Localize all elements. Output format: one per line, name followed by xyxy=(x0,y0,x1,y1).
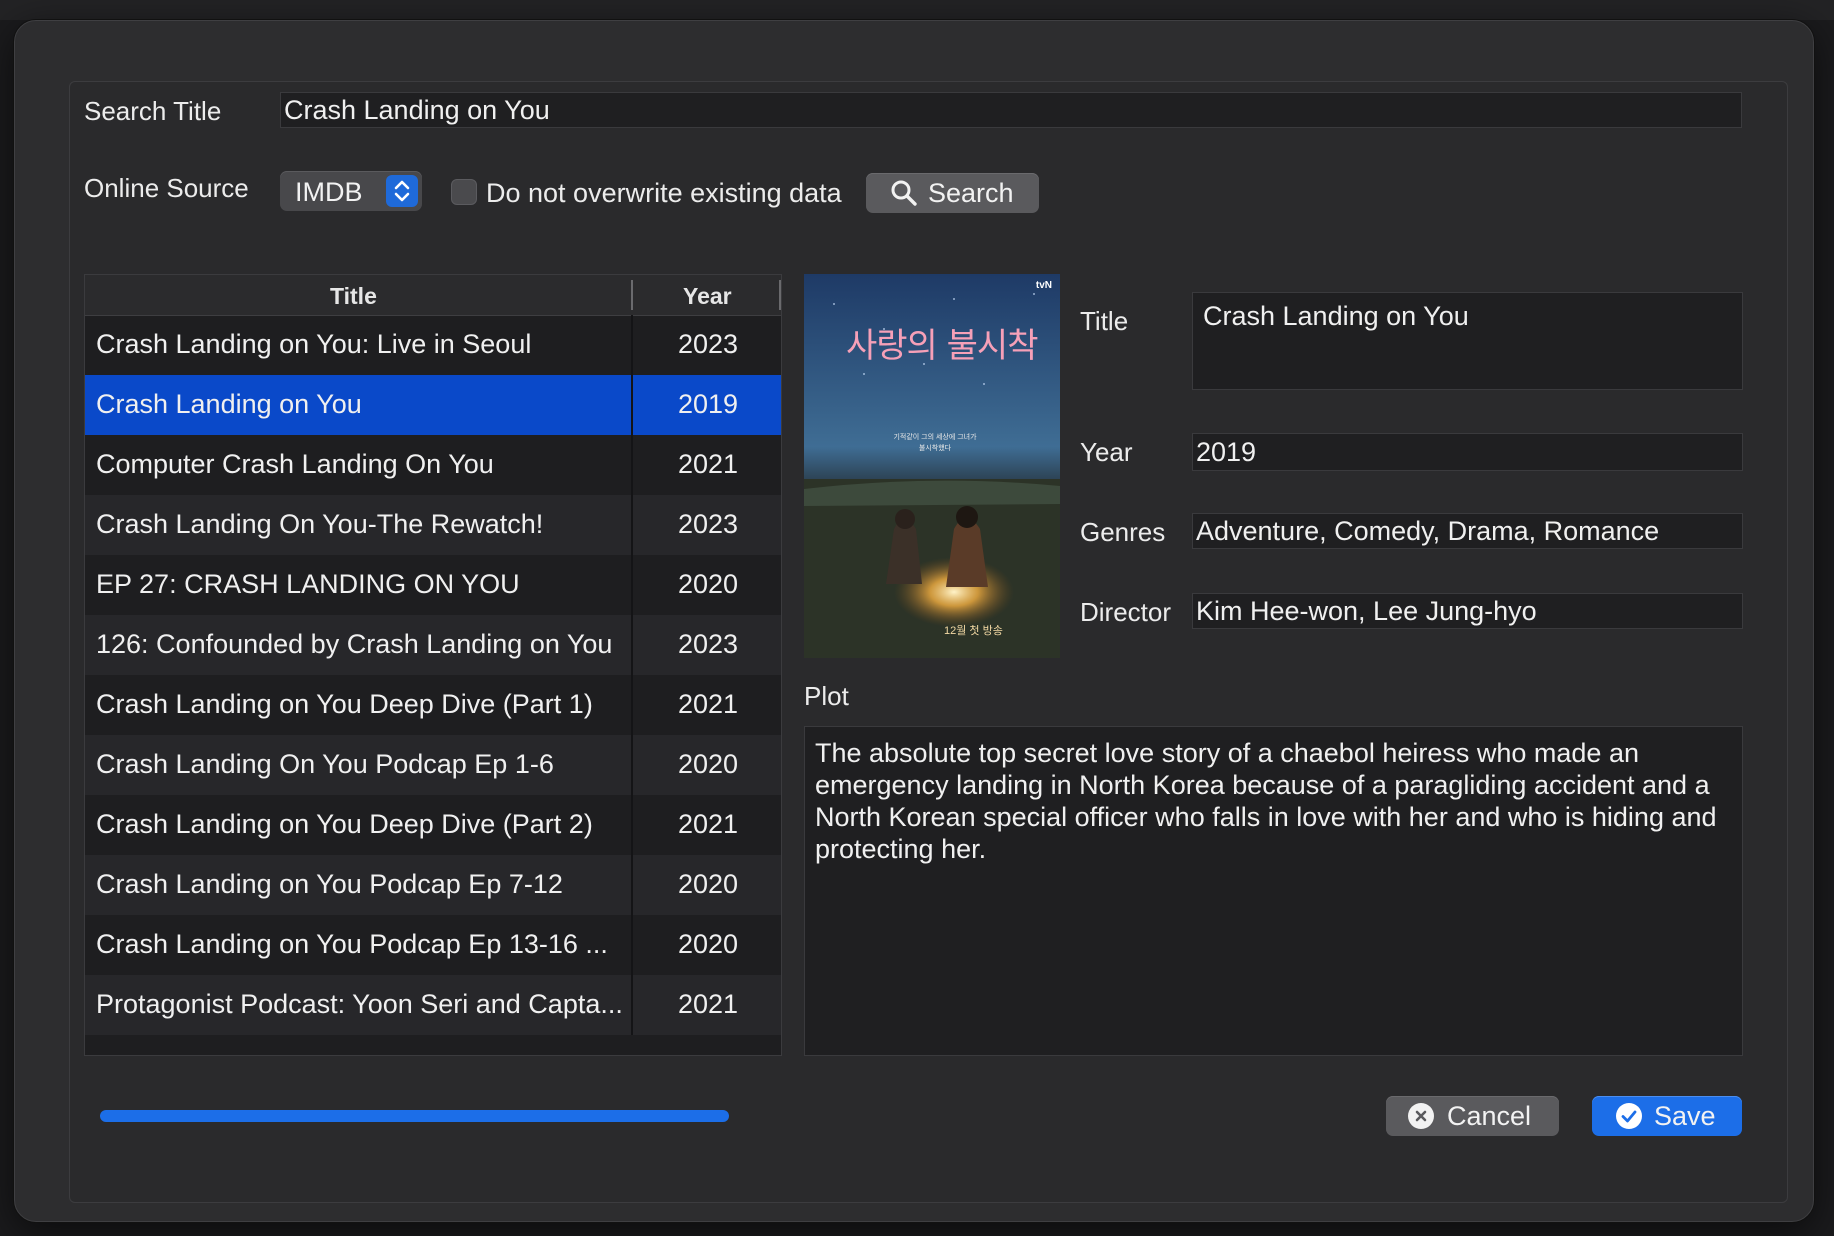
column-header-year[interactable]: Year xyxy=(683,283,732,310)
cancel-button[interactable]: Cancel xyxy=(1386,1096,1559,1136)
cell-year: 2021 xyxy=(677,809,739,839)
results-table[interactable]: Title Year Crash Landing on You: Live in… xyxy=(84,274,782,1056)
cell-year: 2023 xyxy=(677,629,739,659)
plot-textarea[interactable]: The absolute top secret love story of a … xyxy=(804,726,1743,1056)
detail-genres-label: Genres xyxy=(1080,517,1166,547)
cell-year: 2023 xyxy=(677,509,739,539)
detail-title-label: Title xyxy=(1080,306,1129,336)
table-row[interactable]: EP 27: CRASH LANDING ON YOU 2020 xyxy=(85,555,781,615)
progress-bar xyxy=(100,1110,729,1122)
cancel-button-label: Cancel xyxy=(1447,1101,1532,1131)
table-row[interactable]: Crash Landing On You Podcap Ep 1-6 2020 xyxy=(85,735,781,795)
no-overwrite-checkbox[interactable] xyxy=(451,179,477,205)
background-window xyxy=(0,0,1834,20)
online-source-select[interactable]: IMDB xyxy=(280,171,422,211)
cell-year: 2021 xyxy=(677,989,739,1019)
search-button-label: Search xyxy=(928,178,1014,208)
poster-title: 사랑의 불시착 xyxy=(846,326,1038,366)
cell-year: 2023 xyxy=(677,329,739,359)
table-row[interactable]: Crash Landing on You Podcap Ep 7-12 2020 xyxy=(85,855,781,915)
online-source-value: IMDB xyxy=(295,177,363,207)
save-button-label: Save xyxy=(1654,1101,1716,1131)
search-title-input[interactable]: Crash Landing on You xyxy=(280,92,1742,128)
no-overwrite-label: Do not overwrite existing data xyxy=(486,178,842,208)
cell-title: Crash Landing on You Podcap Ep 7-12 xyxy=(96,869,563,899)
cell-title: Protagonist Podcast: Yoon Seri and Capta… xyxy=(96,989,623,1019)
checkmark-circle-icon xyxy=(1616,1103,1642,1129)
table-row[interactable]: Protagonist Podcast: Yoon Seri and Capta… xyxy=(85,975,781,1035)
poster-tagline: 기적같이 그의 세상에 그녀가 불시착했다 xyxy=(893,434,977,452)
table-row[interactable]: Computer Crash Landing On You 2021 xyxy=(85,435,781,495)
poster-image: tvN 사랑의 불시착 기적같이 그의 세상에 그녀가 불시착했다 12월 첫 … xyxy=(804,274,1060,658)
magnifier-icon xyxy=(890,179,918,214)
table-row[interactable]: Crash Landing On You-The Rewatch! 2023 xyxy=(85,495,781,555)
plot-label: Plot xyxy=(804,681,849,711)
cell-year: 2021 xyxy=(677,689,739,719)
detail-genres-input[interactable]: Adventure, Comedy, Drama, Romance xyxy=(1192,513,1743,549)
cell-title: Crash Landing on You Podcap Ep 13-16 ... xyxy=(96,929,608,959)
poster-network: tvN xyxy=(1035,280,1052,291)
cell-year: 2020 xyxy=(677,869,739,899)
cell-title: Crash Landing On You-The Rewatch! xyxy=(96,509,544,539)
cell-title: Crash Landing On You Podcap Ep 1-6 xyxy=(96,749,554,779)
table-row[interactable]: Crash Landing on You: Live in Seoul 2023 xyxy=(85,315,781,375)
online-source-label: Online Source xyxy=(84,173,249,203)
column-divider xyxy=(779,280,781,310)
table-row[interactable]: Crash Landing on You Deep Dive (Part 2) 2… xyxy=(85,795,781,855)
cell-year: 2020 xyxy=(677,929,739,959)
search-button[interactable]: Search xyxy=(866,173,1039,213)
search-title-label: Search Title xyxy=(84,96,222,126)
table-row[interactable]: Crash Landing on You Podcap Ep 13-16 ...… xyxy=(85,915,781,975)
cell-title: Crash Landing on You Deep Dive (Part 2) xyxy=(96,809,593,839)
chevron-updown-icon xyxy=(386,175,418,207)
table-row[interactable]: Crash Landing on You 2019 xyxy=(85,375,781,435)
detail-director-label: Director xyxy=(1080,597,1172,627)
poster-airdate: 12월 첫 방송 xyxy=(944,625,1003,637)
cell-year: 2021 xyxy=(677,449,739,479)
detail-title-input[interactable]: Crash Landing on You xyxy=(1192,292,1743,390)
x-circle-icon xyxy=(1408,1103,1434,1129)
detail-year-label: Year xyxy=(1080,437,1133,467)
cell-title: EP 27: CRASH LANDING ON YOU xyxy=(96,569,520,599)
cell-title: Crash Landing on You xyxy=(96,389,362,419)
cell-title: Crash Landing on You Deep Dive (Part 1) xyxy=(96,689,593,719)
detail-director-input[interactable]: Kim Hee-won, Lee Jung-hyo xyxy=(1192,593,1743,629)
table-header: Title Year xyxy=(85,275,781,316)
cell-title: Computer Crash Landing On You xyxy=(96,449,494,479)
table-row[interactable]: Crash Landing on You Deep Dive (Part 1) 2… xyxy=(85,675,781,735)
column-divider[interactable] xyxy=(631,280,633,310)
detail-year-input[interactable]: 2019 xyxy=(1192,433,1743,471)
save-button[interactable]: Save xyxy=(1592,1096,1742,1136)
cell-title: Crash Landing on You: Live in Seoul xyxy=(96,329,532,359)
cell-year: 2020 xyxy=(677,569,739,599)
cell-year: 2020 xyxy=(677,749,739,779)
table-row[interactable]: 126: Confounded by Crash Landing on You 2… xyxy=(85,615,781,675)
cell-title: 126: Confounded by Crash Landing on You xyxy=(96,629,613,659)
cell-year: 2019 xyxy=(677,389,739,419)
column-header-title[interactable]: Title xyxy=(330,283,377,310)
